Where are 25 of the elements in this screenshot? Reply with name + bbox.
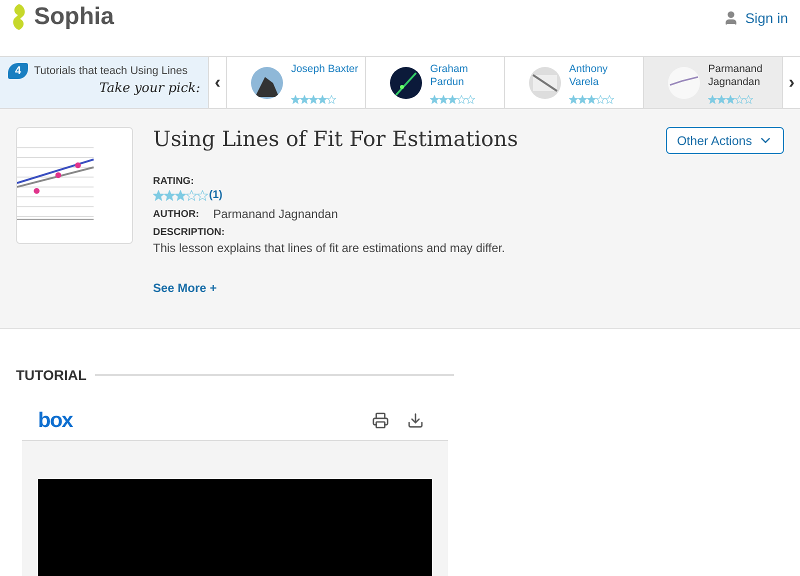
description-label: DESCRIPTION: — [153, 227, 225, 238]
user-icon — [723, 10, 740, 26]
description-text: This lesson explains that lines of fit are estimations and may differ. — [153, 241, 506, 255]
rating-label: RATING: — [153, 176, 195, 187]
author-name: Parmanand Jagnandan — [213, 207, 338, 221]
viewer-logo: box — [38, 408, 72, 432]
intro-text: Tutorials that teach Using Lines — [34, 65, 188, 77]
logo-icon — [10, 3, 28, 31]
count-badge: 4 — [8, 63, 28, 79]
other-actions-button[interactable]: Other Actions — [666, 127, 784, 154]
section-heading: TUTORIAL — [16, 367, 87, 383]
sign-in-link[interactable]: Sign in — [723, 10, 788, 26]
lesson-title: Using Lines of Fit For Estimations — [153, 127, 518, 151]
author-label: AUTHOR: — [153, 208, 200, 220]
author-name[interactable]: Joseph Baxter — [291, 63, 358, 76]
author-name[interactable]: Anthony Varela — [569, 63, 638, 89]
download-icon[interactable] — [407, 412, 424, 429]
tutorial-card[interactable]: Parmanand Jagnandan — [643, 57, 782, 108]
author-name[interactable]: Graham Pardun — [430, 63, 498, 89]
print-icon[interactable] — [372, 412, 389, 429]
rating-count[interactable]: (1) — [209, 189, 222, 201]
logo[interactable]: Sophia — [34, 3, 114, 31]
see-more-link[interactable]: See More + — [153, 281, 784, 295]
tagline: Take your pick: — [99, 81, 200, 96]
author-name[interactable]: Parmanand Jagnandan — [708, 63, 776, 89]
